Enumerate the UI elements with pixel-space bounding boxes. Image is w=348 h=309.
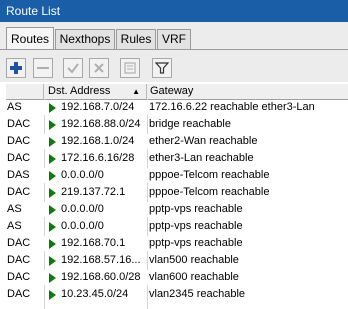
disable-icon: [94, 63, 104, 73]
route-active-icon: [49, 239, 56, 249]
route-active-icon: [49, 171, 56, 181]
tab-routes[interactable]: Routes: [6, 27, 54, 50]
column-header-gateway[interactable]: Gateway: [147, 84, 348, 99]
route-flags: DAC: [7, 288, 31, 300]
route-gateway: bridge reachable: [149, 118, 231, 130]
route-gateway: pppoe-Telcom reachable: [149, 186, 270, 198]
route-gateway: vlan600 reachable: [149, 271, 239, 283]
route-active-icon: [49, 205, 56, 215]
comment-button[interactable]: [120, 58, 140, 78]
column-header-flags[interactable]: [6, 84, 44, 99]
route-active-icon: [49, 188, 56, 198]
route-dst-address: 192.168.7.0/24: [61, 101, 135, 113]
tab-rules[interactable]: Rules: [116, 29, 156, 49]
table-row[interactable]: DAC 10.23.45.0/24 vlan2345 reachable: [6, 287, 348, 302]
table-row[interactable]: DAC 192.168.88.0/24 bridge reachable: [6, 117, 348, 132]
table-row[interactable]: AS 0.0.0.0/0 pptp-vps reachable: [6, 202, 348, 217]
tab-nexthops[interactable]: Nexthops: [55, 29, 115, 49]
enable-button[interactable]: [63, 58, 83, 78]
route-active-icon: [49, 290, 56, 300]
route-gateway: ether2-Wan reachable: [149, 135, 258, 147]
tab-vrf[interactable]: VRF: [157, 29, 191, 49]
route-flags: AS: [7, 203, 22, 215]
table-row[interactable]: DAC 172.16.6.16/28 ether3-Lan reachable: [6, 151, 348, 166]
table-row[interactable]: DAS 0.0.0.0/0 pppoe-Telcom reachable: [6, 168, 348, 183]
route-flags: DAS: [7, 169, 30, 181]
column-header-dst-address[interactable]: Dst. Address ▲: [44, 84, 147, 99]
route-dst-address: 192.168.60.0/28: [61, 271, 141, 283]
route-dst-address: 192.168.70.1: [61, 237, 126, 249]
table-row[interactable]: DAC 219.137.72.1 pppoe-Telcom reachable: [6, 185, 348, 200]
toolbar: [0, 56, 348, 82]
table-row[interactable]: DAC 192.168.1.0/24 ether2-Wan reachable: [6, 134, 348, 149]
route-dst-address: 0.0.0.0/0: [61, 169, 104, 181]
route-active-icon: [49, 137, 56, 147]
table-row[interactable]: DAC 192.168.57.16... vlan500 reachable: [6, 253, 348, 268]
table-row[interactable]: AS 0.0.0.0/0 pptp-vps reachable: [6, 219, 348, 234]
table-row[interactable]: AS 192.168.7.0/24 172.16.6.22 reachable et…: [6, 100, 348, 115]
remove-button[interactable]: [33, 58, 53, 78]
remove-icon: [37, 67, 49, 69]
route-flags: DAC: [7, 135, 31, 147]
route-active-icon: [49, 103, 56, 113]
route-gateway: vlan2345 reachable: [149, 288, 246, 300]
route-dst-address: 192.168.88.0/24: [61, 118, 141, 130]
route-flags: DAC: [7, 237, 31, 249]
route-flags: DAC: [7, 152, 31, 164]
route-gateway: vlan500 reachable: [149, 254, 239, 266]
route-flags: DAC: [7, 254, 31, 266]
route-dst-address: 219.137.72.1: [61, 186, 126, 198]
route-dst-address: 0.0.0.0/0: [61, 220, 104, 232]
route-flags: DAC: [7, 271, 31, 283]
route-active-icon: [49, 120, 56, 130]
comment-icon: [124, 62, 136, 74]
route-gateway: pptp-vps reachable: [149, 237, 243, 249]
route-gateway: pptp-vps reachable: [149, 203, 243, 215]
route-table: Dst. Address ▲ Gateway AS 192.168.7.0/24 1…: [6, 84, 348, 309]
enable-icon: [67, 63, 79, 74]
add-icon: [10, 62, 22, 74]
tab-divider: [0, 49, 348, 50]
filter-icon: [155, 62, 169, 74]
route-gateway: ether3-Lan reachable: [149, 152, 254, 164]
disable-button[interactable]: [89, 58, 109, 78]
table-header: Dst. Address ▲ Gateway: [6, 84, 348, 100]
route-flags: DAC: [7, 186, 31, 198]
route-dst-address: 192.168.1.0/24: [61, 135, 135, 147]
route-gateway: 172.16.6.22 reachable ether3-Lan: [149, 101, 315, 113]
route-dst-address: 192.168.57.16...: [61, 254, 141, 266]
route-gateway: pptp-vps reachable: [149, 220, 243, 232]
route-flags: AS: [7, 101, 22, 113]
table-row[interactable]: DAC 192.168.60.0/28 vlan600 reachable: [6, 270, 348, 285]
tab-strip: Routes Nexthops Rules VRF: [0, 22, 348, 56]
add-button[interactable]: [6, 58, 26, 78]
window-title: Route List: [0, 0, 348, 22]
route-dst-address: 10.23.45.0/24: [61, 288, 129, 300]
table-row[interactable]: DAC 192.168.70.1 pptp-vps reachable: [6, 236, 348, 251]
route-active-icon: [49, 256, 56, 266]
route-flags: AS: [7, 220, 22, 232]
column-header-dst-address-label: Dst. Address: [48, 85, 111, 97]
route-gateway: pppoe-Telcom reachable: [149, 169, 270, 181]
filter-button[interactable]: [152, 58, 172, 78]
route-dst-address: 172.16.6.16/28: [61, 152, 135, 164]
route-active-icon: [49, 222, 56, 232]
sort-ascending-icon: ▲: [132, 87, 140, 96]
route-flags: DAC: [7, 118, 31, 130]
route-dst-address: 0.0.0.0/0: [61, 203, 104, 215]
route-active-icon: [49, 154, 56, 164]
route-active-icon: [49, 273, 56, 283]
